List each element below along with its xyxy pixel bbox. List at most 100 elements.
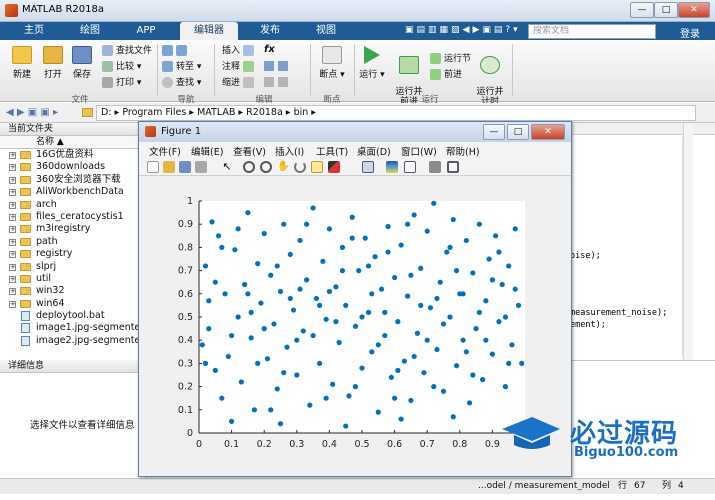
file-list-item[interactable]: + win64 (0, 298, 146, 310)
arrow-left-icon (162, 45, 173, 56)
tab-apps[interactable]: APP (124, 22, 168, 40)
data-point (268, 407, 274, 413)
menu-edit[interactable]: 编辑(E) (191, 144, 223, 158)
data-point (362, 235, 368, 241)
figure-close-button[interactable]: ✕ (531, 124, 565, 140)
expand-icon[interactable]: + (9, 213, 16, 221)
expand-icon[interactable]: + (9, 189, 16, 197)
save-button[interactable]: 保存 (64, 46, 100, 80)
print-figure-icon[interactable] (195, 161, 207, 173)
right-scrollbar[interactable] (683, 123, 693, 360)
file-list-item[interactable]: +360安全浏览器下载 (0, 174, 146, 186)
menu-tools[interactable]: 工具(T) (316, 144, 348, 158)
data-point (431, 200, 437, 206)
file-list-item[interactable]: deploytool.bat (0, 310, 146, 322)
file-list-item[interactable]: + path (0, 236, 146, 248)
pan-hand-icon[interactable]: ✋ (277, 161, 289, 173)
expand-icon[interactable]: + (9, 201, 16, 209)
new-figure-icon[interactable] (147, 161, 159, 173)
open-file-icon[interactable] (163, 161, 175, 173)
expand-icon[interactable]: + (9, 164, 16, 172)
print-button[interactable]: 打印 ▾ (102, 76, 141, 90)
breakpoints-button[interactable]: 断点 ▾ (314, 46, 350, 80)
file-list-item[interactable]: + slprj (0, 261, 146, 273)
file-list-item[interactable]: + arch (0, 199, 146, 211)
zoom-in-icon[interactable] (243, 161, 255, 173)
data-point (336, 339, 342, 346)
nav-back-icon[interactable]: ◀ ▶ ▣ ▣ ▸ (6, 107, 58, 118)
file-list-item[interactable]: +16G优盘资料 (0, 149, 146, 161)
menu-help[interactable]: 帮助(H) (446, 144, 480, 158)
zoom-out-icon[interactable] (260, 161, 272, 173)
expand-icon[interactable]: + (9, 275, 16, 283)
tab-publish[interactable]: 发布 (248, 22, 292, 40)
pointer-icon[interactable]: ↖ (221, 161, 233, 173)
expand-icon[interactable]: + (9, 152, 16, 159)
data-point (453, 363, 460, 369)
figure-title-bar[interactable]: Figure 1 — □ ✕ (139, 122, 571, 142)
file-list-item[interactable]: + win32 (0, 285, 146, 297)
tab-editor[interactable]: 编辑器 (180, 22, 238, 40)
find-files-button[interactable]: 查找文件 (102, 44, 152, 58)
edit-tools-icon[interactable] (264, 61, 292, 71)
run-button[interactable]: 运行 ▾ (354, 46, 390, 80)
file-list-item[interactable]: + m3iregistry (0, 223, 146, 235)
login-button[interactable]: 登录 (680, 25, 700, 40)
file-list-item[interactable]: + AliWorkbenchData (0, 186, 146, 198)
run-section-button[interactable]: 运行节 (430, 52, 471, 66)
insert-button[interactable]: 插入 (222, 44, 257, 58)
file-list-item[interactable]: +360downloads (0, 161, 146, 173)
tab-view[interactable]: 视图 (304, 22, 348, 40)
run-and-time-button[interactable]: 运行并 计时 (473, 46, 507, 107)
expand-icon[interactable]: + (9, 263, 16, 271)
tab-home[interactable]: 主页 (12, 22, 56, 40)
goto-button[interactable]: 转至 ▾ (162, 60, 201, 74)
file-list-item[interactable]: + util (0, 273, 146, 285)
legend-icon[interactable] (404, 161, 416, 173)
hide-tools-icon[interactable] (429, 161, 441, 173)
show-tools-icon[interactable] (447, 161, 459, 173)
brush-icon[interactable] (328, 161, 340, 173)
file-list-item[interactable]: image1.jpg-segmente... (0, 322, 149, 334)
file-list-item[interactable]: image2.jpg-segmente... (0, 335, 149, 347)
figure-maximize-button[interactable]: □ (507, 124, 529, 140)
data-cursor-icon[interactable] (311, 161, 323, 173)
expand-icon[interactable]: + (9, 251, 16, 259)
colorbar-icon[interactable] (386, 161, 398, 173)
advance-button[interactable]: 前进 (430, 68, 462, 82)
save-figure-icon[interactable] (179, 161, 191, 173)
data-point (343, 302, 349, 308)
close-button[interactable]: ✕ (678, 2, 710, 18)
figure-minimize-button[interactable]: — (483, 124, 505, 140)
name-column-header[interactable]: 名称 ▲ (0, 136, 146, 149)
editor-pane[interactable]: oise); measurement_noise); ement); (570, 123, 715, 360)
menu-insert[interactable]: 插入(I) (275, 144, 304, 158)
expand-icon[interactable]: + (9, 238, 16, 246)
maximize-button[interactable]: □ (654, 2, 678, 18)
indent-button[interactable]: 缩进 (222, 76, 257, 90)
compare-button[interactable]: 比较 ▾ (102, 60, 141, 74)
current-path[interactable]: D: ▸ Program Files ▸ MATLAB ▸ R2018a ▸ b… (96, 105, 696, 121)
data-point (349, 214, 355, 220)
expand-icon[interactable]: + (9, 300, 16, 308)
tab-plots[interactable]: 绘图 (68, 22, 112, 40)
expand-icon[interactable]: + (9, 288, 16, 296)
link-plot-icon[interactable] (362, 161, 374, 173)
menu-file[interactable]: 文件(F) (149, 144, 181, 158)
menu-window[interactable]: 窗口(W) (401, 144, 437, 158)
fx-icon[interactable]: fx (264, 44, 275, 55)
edit-tools-icon[interactable] (264, 77, 292, 87)
minimize-button[interactable]: — (630, 2, 654, 18)
back-forward-buttons[interactable] (162, 44, 190, 58)
expand-icon[interactable]: + (9, 226, 16, 234)
search-input[interactable]: 搜索文档 (528, 24, 656, 39)
file-list-item[interactable]: + files_ceratocystis1 (0, 211, 146, 223)
file-list-item[interactable]: + registry (0, 248, 146, 260)
comment-button[interactable]: 注释 (222, 60, 257, 74)
menu-desktop[interactable]: 桌面(D) (357, 144, 391, 158)
find-button[interactable]: 查找 ▾ (162, 76, 201, 90)
menu-view[interactable]: 查看(V) (233, 144, 266, 158)
expand-icon[interactable]: + (9, 176, 16, 184)
rotate-icon[interactable] (294, 161, 306, 173)
x-tick-label: 0.2 (257, 439, 272, 450)
